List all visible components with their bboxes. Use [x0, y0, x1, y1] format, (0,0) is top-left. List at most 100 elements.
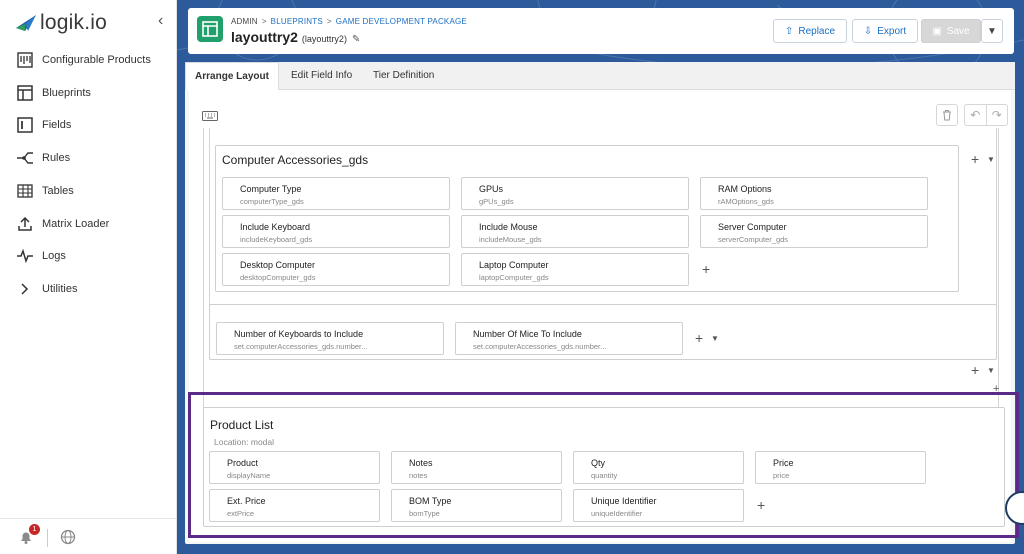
sidebar-item-label: Blueprints: [42, 87, 91, 99]
sidebar-item-rules[interactable]: Rules: [16, 146, 70, 170]
undo-redo-group: ↶ ↷: [964, 104, 1008, 126]
page-header: ADMIN > BLUEPRINTS > GAME DEVELOPMENT PACKAG…: [188, 8, 1014, 54]
notification-badge: 1: [29, 524, 40, 535]
sidebar-item-label: Configurable Products: [42, 54, 151, 66]
tab-edit-field-info[interactable]: Edit Field Info: [291, 62, 352, 90]
field-label: RAM Options: [718, 184, 772, 194]
upload-icon: [16, 215, 34, 233]
configurable-products-icon: [16, 51, 34, 69]
blueprints-icon: [16, 84, 34, 102]
field-name: includeMouse_gds: [479, 235, 542, 244]
page-title: layouttry2: [231, 29, 298, 45]
replace-button[interactable]: ⇧ Replace: [773, 19, 847, 43]
field-name: desktopComputer_gds: [240, 273, 316, 282]
save-button[interactable]: ▣ Save: [921, 19, 981, 43]
replace-label: Replace: [798, 25, 836, 37]
section-sets[interactable]: Number of Keyboards to Include set.compu…: [209, 304, 997, 360]
field-laptop-computer[interactable]: Laptop Computer laptopComputer_gds: [461, 253, 689, 286]
sidebar-item-label: Fields: [42, 119, 72, 131]
edit-pencil-icon[interactable]: ✎: [352, 34, 360, 45]
sidebar-item-tables[interactable]: Tables: [16, 179, 74, 203]
add-row-plus-icon[interactable]: +: [971, 363, 979, 377]
upload-icon: ⇧: [784, 25, 794, 37]
collapse-sidebar-icon[interactable]: ‹: [158, 12, 163, 30]
export-label: Export: [877, 25, 907, 37]
add-field-plus-icon[interactable]: +: [695, 331, 703, 345]
delete-button[interactable]: [936, 104, 958, 126]
field-name: laptopComputer_gds: [479, 273, 549, 282]
logik-logo-icon: [16, 15, 36, 31]
export-button[interactable]: ⇩ Export: [852, 19, 918, 43]
pulse-icon: [16, 247, 34, 265]
field-label: GPUs: [479, 184, 504, 194]
section-options-chevron-icon[interactable]: ▼: [987, 155, 995, 165]
divider: [47, 529, 48, 547]
field-desktop-computer[interactable]: Desktop Computer desktopComputer_gds: [222, 253, 450, 286]
field-label: Include Mouse: [479, 222, 538, 232]
rules-icon: [16, 149, 34, 167]
field-label: Laptop Computer: [479, 260, 549, 270]
fields-icon: [16, 116, 34, 134]
field-ram-options[interactable]: RAM Options rAMOptions_gds: [700, 177, 928, 210]
breadcrumb-blueprints[interactable]: BLUEPRINTS: [271, 17, 323, 26]
sidebar-item-label: Matrix Loader: [42, 218, 110, 230]
sidebar-item-label: Tables: [42, 185, 74, 197]
sidebar-item-fields[interactable]: Fields: [16, 113, 71, 137]
sidebar-item-label: Rules: [42, 152, 71, 164]
chevron-down-icon: ▼: [987, 25, 997, 37]
undo-icon[interactable]: ↶: [965, 105, 987, 125]
sidebar-item-matrix-loader[interactable]: Matrix Loader: [16, 212, 109, 236]
tables-icon: [16, 182, 34, 200]
sidebar-item-label: Logs: [42, 250, 66, 262]
logo[interactable]: logik.io: [16, 11, 107, 35]
sidebar-item-label: Utilities: [42, 283, 78, 295]
save-label: Save: [946, 25, 970, 37]
field-label: Number of Keyboards to Include: [234, 329, 364, 339]
product-list-highlight: [188, 392, 1019, 538]
sidebar-item-blueprints[interactable]: Blueprints: [16, 81, 91, 105]
field-label: Server Computer: [718, 222, 787, 232]
field-server-computer[interactable]: Server Computer serverComputer_gds: [700, 215, 928, 248]
row-options-chevron-icon[interactable]: ▼: [987, 366, 995, 376]
breadcrumb: ADMIN > BLUEPRINTS > GAME DEVELOPMENT PACKAG…: [231, 17, 467, 26]
field-include-keyboard[interactable]: Include Keyboard includeKeyboard_gds: [222, 215, 450, 248]
save-icon: ▣: [932, 25, 942, 37]
chevron-right-icon: [16, 280, 34, 298]
add-field-plus-icon[interactable]: +: [702, 262, 710, 276]
breadcrumb-package[interactable]: GAME DEVELOPMENT PACKAGE: [336, 17, 467, 26]
tab-bar: Arrange Layout Edit Field Info Tier Defi…: [185, 62, 1015, 90]
field-name: rAMOptions_gds: [718, 197, 774, 206]
field-label: Include Keyboard: [240, 222, 311, 232]
set-options-chevron-icon[interactable]: ▼: [711, 334, 719, 344]
title-row: layouttry2 (layouttry2) ✎: [231, 29, 360, 45]
help-globe-icon[interactable]: [60, 529, 76, 548]
section-computer-accessories[interactable]: Computer Accessories_gds Computer Type c…: [215, 145, 959, 292]
download-icon: ⇩: [863, 25, 873, 37]
sidebar-item-logs[interactable]: Logs: [16, 244, 66, 268]
tab-tier-definition[interactable]: Tier Definition: [373, 62, 434, 90]
page-subtitle: (layouttry2): [301, 34, 347, 44]
field-label: Computer Type: [240, 184, 302, 194]
sidebar: logik.io ‹ Configurable Products Bluepri…: [0, 0, 177, 554]
breadcrumb-admin[interactable]: ADMIN: [231, 17, 258, 26]
logo-text: logik.io: [40, 11, 107, 34]
field-name: serverComputer_gds: [718, 235, 789, 244]
tab-arrange-layout[interactable]: Arrange Layout: [185, 62, 279, 90]
field-gpus[interactable]: GPUs gPUs_gds: [461, 177, 689, 210]
field-computer-type[interactable]: Computer Type computerType_gds: [222, 177, 450, 210]
keyboard-icon[interactable]: [202, 110, 218, 124]
redo-icon[interactable]: ↷: [987, 105, 1008, 125]
trash-icon: [943, 110, 951, 121]
sidebar-item-configurable-products[interactable]: Configurable Products: [16, 48, 151, 72]
sidebar-item-utilities[interactable]: Utilities: [16, 277, 77, 301]
save-options-dropdown[interactable]: ▼: [981, 19, 1003, 43]
field-name: gPUs_gds: [479, 197, 514, 206]
field-number-of-keyboards[interactable]: Number of Keyboards to Include set.compu…: [216, 322, 444, 355]
add-section-plus-icon[interactable]: +: [971, 152, 979, 166]
field-name: includeKeyboard_gds: [240, 235, 313, 244]
field-number-of-mice[interactable]: Number Of Mice To Include set.computerAc…: [455, 322, 683, 355]
field-label: Number Of Mice To Include: [473, 329, 582, 339]
field-name: set.computerAccessories_gds.number...: [473, 342, 607, 351]
sidebar-footer: 1: [0, 518, 177, 554]
field-include-mouse[interactable]: Include Mouse includeMouse_gds: [461, 215, 689, 248]
